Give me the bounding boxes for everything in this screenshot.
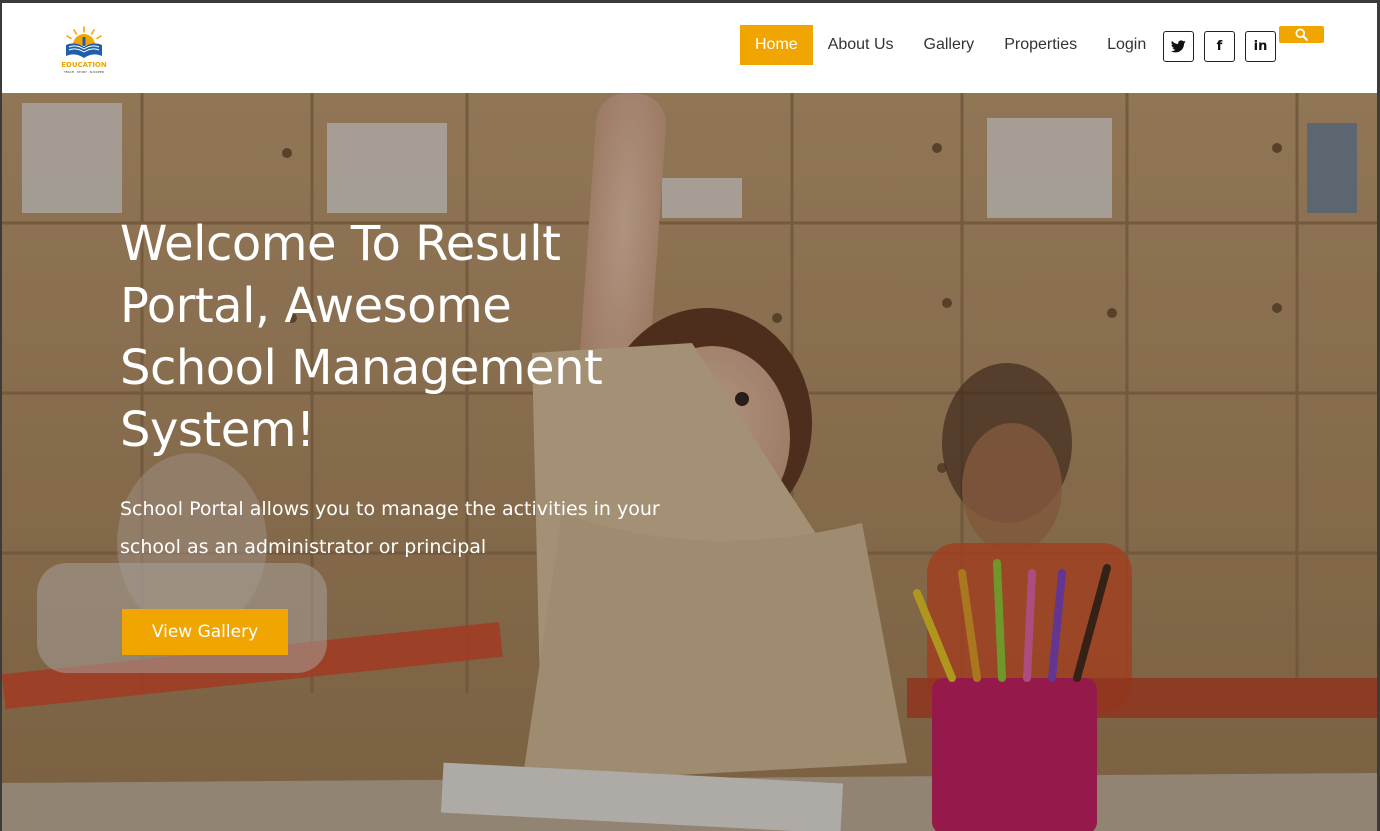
linkedin-icon: in [1253, 39, 1268, 54]
nav-about-us[interactable]: About Us [813, 25, 909, 65]
search-button[interactable] [1279, 26, 1324, 43]
nav-properties[interactable]: Properties [989, 25, 1092, 65]
twitter-link[interactable] [1163, 31, 1194, 62]
twitter-icon [1171, 40, 1186, 53]
facebook-icon: f [1216, 39, 1223, 54]
search-icon [1295, 28, 1308, 41]
nav-home[interactable]: Home [740, 25, 813, 65]
hero-subtitle: School Portal allows you to manage the a… [120, 498, 660, 558]
site-header: EDUCATION TEACH · STUDY · SUCCEED Home A… [2, 3, 1377, 93]
facebook-link[interactable]: f [1204, 31, 1235, 62]
browser-viewport: EDUCATION TEACH · STUDY · SUCCEED Home A… [0, 0, 1380, 831]
linkedin-link[interactable]: in [1245, 31, 1276, 62]
logo-subtext: TEACH · STUDY · SUCCEED [63, 70, 105, 74]
site-logo[interactable]: EDUCATION TEACH · STUDY · SUCCEED [58, 25, 110, 77]
hero-title: Welcome To Result Portal, Awesome School… [120, 216, 603, 458]
hero-dark-overlay [2, 93, 1377, 831]
main-nav: Home About Us Gallery Properties Login [740, 25, 1161, 65]
logo-text: EDUCATION [61, 61, 107, 69]
hero-section: Welcome To Result Portal, Awesome School… [2, 93, 1377, 831]
view-gallery-button[interactable]: View Gallery [122, 609, 288, 655]
nav-gallery[interactable]: Gallery [909, 25, 990, 65]
logo-emblem-icon [66, 26, 102, 58]
social-links: f in [1163, 31, 1276, 62]
nav-login[interactable]: Login [1092, 25, 1161, 65]
